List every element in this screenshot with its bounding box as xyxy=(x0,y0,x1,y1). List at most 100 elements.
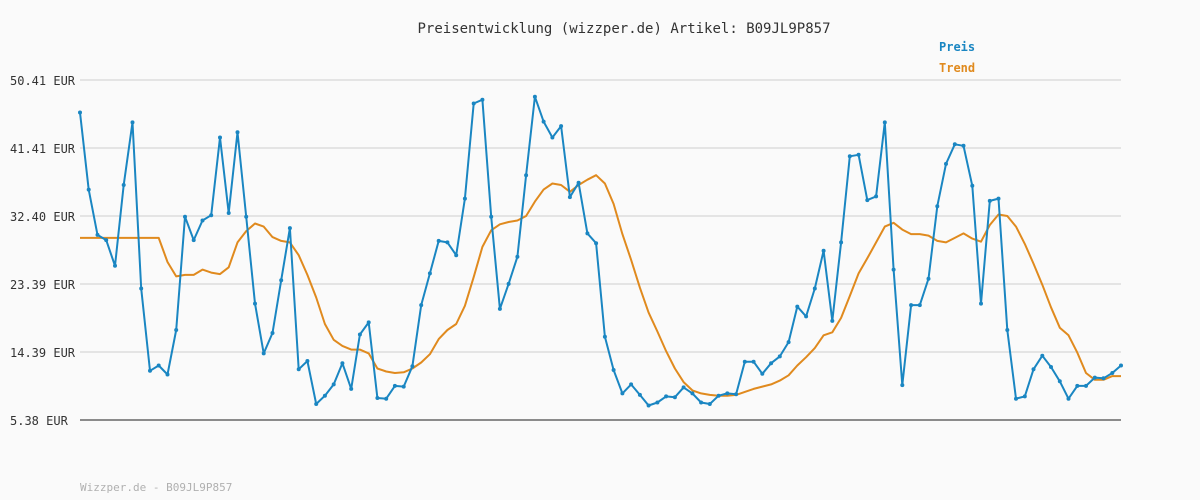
data-point-preis xyxy=(760,371,765,376)
data-point-preis xyxy=(253,301,257,306)
data-point-preis xyxy=(664,394,669,399)
data-point-preis xyxy=(882,120,887,125)
data-point-preis xyxy=(891,267,896,272)
data-point-preis xyxy=(419,303,424,308)
data-point-preis xyxy=(1084,383,1088,388)
data-point-preis xyxy=(375,396,380,400)
data-point-preis xyxy=(734,392,739,397)
price-chart: Preisentwicklung (wizzper.de) Artikel: B… xyxy=(0,0,1200,500)
y-tick-label: 23.39 EUR xyxy=(10,278,76,292)
data-point-preis xyxy=(690,391,695,396)
data-point-preis xyxy=(856,152,861,157)
data-point-preis xyxy=(200,218,205,223)
data-point-preis xyxy=(830,318,835,323)
data-point-preis xyxy=(1040,353,1045,358)
data-point-preis xyxy=(585,231,590,236)
data-point-preis xyxy=(1014,396,1018,401)
data-point-preis xyxy=(524,173,529,178)
data-point-preis xyxy=(1005,328,1010,332)
data-point-preis xyxy=(996,196,1001,201)
data-point-preis xyxy=(480,97,485,102)
data-point-preis xyxy=(515,254,520,259)
data-point-preis xyxy=(349,386,354,391)
data-point-preis xyxy=(287,226,292,231)
data-point-preis xyxy=(410,364,415,369)
series-layer xyxy=(78,94,1123,408)
data-point-preis xyxy=(970,183,975,188)
data-point-preis xyxy=(113,263,117,268)
data-point-preis xyxy=(532,94,537,99)
legend-trend: Trend xyxy=(939,61,975,75)
data-point-preis xyxy=(357,332,362,337)
data-point-preis xyxy=(104,238,109,243)
data-point-preis xyxy=(244,214,249,219)
data-point-preis xyxy=(1057,379,1062,384)
data-point-preis xyxy=(331,382,336,387)
data-point-preis xyxy=(305,359,310,363)
data-point-preis xyxy=(279,278,284,283)
data-point-preis xyxy=(209,213,214,218)
data-point-preis xyxy=(594,241,599,246)
data-point-preis xyxy=(637,392,642,397)
data-point-preis xyxy=(261,351,266,356)
data-point-preis xyxy=(148,368,152,373)
data-point-preis xyxy=(681,385,686,390)
data-point-preis xyxy=(191,238,196,243)
data-point-preis xyxy=(559,124,564,129)
chart-canvas: Preisentwicklung (wizzper.de) Artikel: B… xyxy=(10,21,1123,494)
y-axis-ticks: 50.41 EUR 41.41 EUR 32.40 EUR 23.39 EUR 14.3… xyxy=(10,74,76,428)
data-point-preis xyxy=(672,395,677,400)
data-point-preis xyxy=(865,198,870,203)
data-point-preis xyxy=(95,232,100,237)
data-point-preis xyxy=(497,306,502,311)
data-point-preis xyxy=(979,301,983,306)
legend-preis: Preis xyxy=(939,40,975,54)
data-point-preis xyxy=(777,354,782,359)
data-point-preis xyxy=(1049,365,1053,369)
data-point-preis xyxy=(1075,383,1080,388)
data-point-preis xyxy=(471,101,476,106)
footer-text: Wizzper.de - B09JL9P857 xyxy=(80,481,232,494)
data-point-preis xyxy=(751,359,756,364)
data-point-preis xyxy=(742,359,747,364)
data-point-preis xyxy=(567,195,572,200)
data-point-preis xyxy=(804,314,809,319)
data-point-preis xyxy=(506,281,511,286)
data-point-preis xyxy=(1022,394,1027,399)
data-point-preis xyxy=(847,154,852,159)
data-point-preis xyxy=(445,240,450,245)
data-point-preis xyxy=(961,143,966,148)
data-point-preis xyxy=(86,187,91,192)
data-point-preis xyxy=(699,400,704,405)
data-point-preis xyxy=(550,135,555,140)
data-point-preis xyxy=(646,403,651,408)
data-point-preis xyxy=(952,142,957,147)
data-point-preis xyxy=(602,334,607,339)
data-point-preis xyxy=(427,271,432,276)
data-point-preis xyxy=(314,402,319,406)
data-point-preis xyxy=(900,383,905,388)
data-point-preis xyxy=(611,368,616,372)
data-point-preis xyxy=(926,276,931,281)
data-point-preis xyxy=(462,196,467,201)
data-point-preis xyxy=(78,110,82,115)
y-tick-label: 14.39 EUR xyxy=(10,346,76,360)
data-point-preis xyxy=(839,240,844,245)
chart-title: Preisentwicklung (wizzper.de) Artikel: B… xyxy=(417,21,830,37)
data-point-preis xyxy=(121,183,126,187)
data-point-preis xyxy=(1092,375,1097,380)
data-point-preis xyxy=(821,248,826,253)
data-point-preis xyxy=(629,382,634,387)
data-point-preis xyxy=(489,214,494,219)
data-point-preis xyxy=(620,391,625,396)
data-point-preis xyxy=(235,130,240,135)
data-point-preis xyxy=(769,361,774,366)
data-point-preis xyxy=(139,286,144,291)
data-point-preis xyxy=(944,161,948,166)
data-point-preis xyxy=(786,340,791,345)
data-point-preis xyxy=(1110,371,1115,375)
data-point-preis xyxy=(1031,367,1036,372)
data-point-preis xyxy=(812,286,817,291)
data-point-preis xyxy=(1119,363,1123,368)
data-point-preis xyxy=(226,211,231,215)
